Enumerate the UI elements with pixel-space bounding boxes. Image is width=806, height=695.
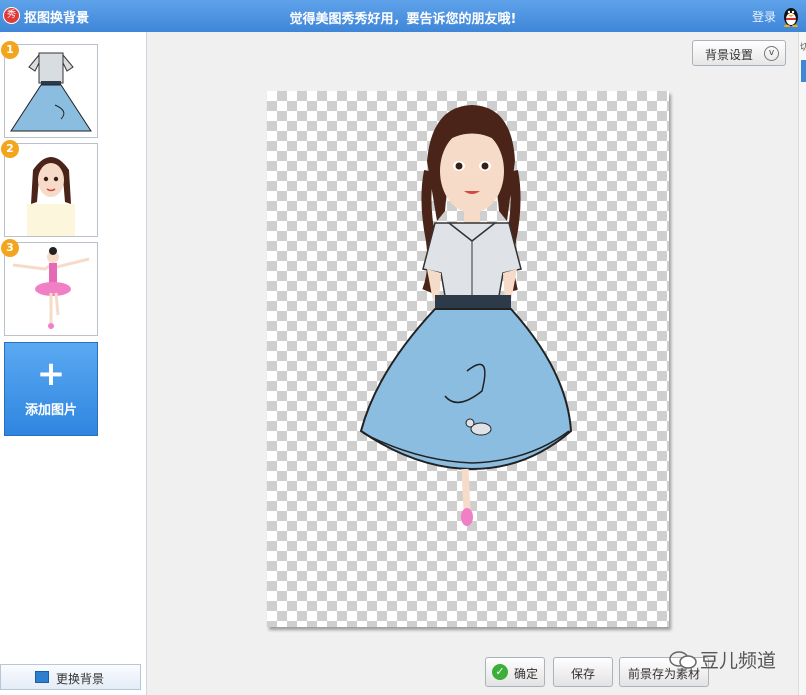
watermark: 豆儿频道 <box>668 646 788 674</box>
thumbnail-number: 3 <box>1 239 19 257</box>
picture-icon <box>35 671 49 683</box>
main-workspace: 背景设置 v ✓ 确定 保存 前景存为素材 <box>147 32 798 695</box>
dress-thumbnail-image <box>10 52 92 132</box>
add-image-label: 添加图片 <box>24 403 77 418</box>
right-panel-tab[interactable] <box>801 60 806 82</box>
watermark-text: 豆儿频道 <box>700 650 777 672</box>
transparent-canvas[interactable] <box>267 91 669 627</box>
save-button[interactable]: 保存 <box>553 657 613 687</box>
ballerina-thumbnail-image <box>12 247 90 329</box>
thumbnail-number: 1 <box>1 41 19 59</box>
thumbnail-1[interactable]: 1 <box>1 41 98 138</box>
chevron-down-icon: v <box>764 46 779 61</box>
thumbnail-2[interactable]: 2 <box>1 140 98 237</box>
background-settings-label: 背景设置 <box>705 48 754 62</box>
promo-banner: 觉得美图秀秀好用，要告诉您的朋友哦! <box>289 12 517 27</box>
chat-bubble-icon <box>669 651 697 669</box>
confirm-label: 确定 <box>514 667 539 681</box>
change-background-button[interactable]: 更换背景 <box>0 664 141 690</box>
right-panel-edge: 切 <box>798 32 806 695</box>
thumbnail-3[interactable]: 3 <box>1 239 98 336</box>
penguin-icon[interactable] <box>782 5 800 27</box>
check-icon: ✓ <box>492 664 508 680</box>
sidebar: 1 2 3 + 添加图片 更换背景 <box>0 32 147 695</box>
right-panel-label: 切 <box>800 43 806 53</box>
girl-thumbnail-image <box>27 157 75 236</box>
add-image-button[interactable]: + 添加图片 <box>4 342 98 436</box>
thumbnail-number: 2 <box>1 140 19 158</box>
save-label: 保存 <box>571 667 596 681</box>
background-settings-dropdown[interactable]: 背景设置 v <box>692 40 786 66</box>
title-bar: 秀 抠图换背景 觉得美图秀秀好用，要告诉您的朋友哦! 登录 <box>0 0 806 32</box>
plus-icon: + <box>36 354 66 394</box>
login-link[interactable]: 登录 <box>752 8 776 25</box>
cutout-figure-image <box>359 105 573 526</box>
change-background-label: 更换背景 <box>56 672 105 686</box>
confirm-button[interactable]: ✓ 确定 <box>485 657 545 687</box>
